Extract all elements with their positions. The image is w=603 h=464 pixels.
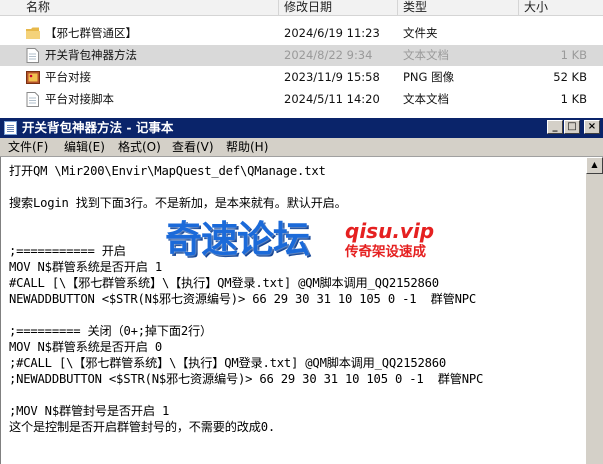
file-list: 名称 修改日期 类型 大小 【邪七群管通区】 2024/6/19 11:23 文… — [0, 0, 603, 112]
text-line: NEWADDBUTTON <$STR(N$邪七资源编号)> 66 29 30 3… — [9, 292, 477, 306]
file-size: 52 KB — [553, 70, 587, 84]
file-size: 1 KB — [560, 48, 587, 62]
menu-edit[interactable]: 编辑(E) — [64, 138, 105, 156]
text-file-icon — [26, 92, 39, 107]
image-file-icon — [26, 71, 40, 84]
text-line: 这个是控制是否开启群管封号的，不需要的改成0. — [9, 420, 276, 434]
column-header-name[interactable]: 名称 — [26, 0, 50, 14]
text-editor[interactable]: 打开QM \Mir200\Envir\MapQuest_def\QManage.… — [0, 157, 586, 464]
menu-file[interactable]: 文件(F) — [8, 138, 48, 156]
text-line: 打开QM \Mir200\Envir\MapQuest_def\QManage.… — [9, 164, 326, 178]
close-button[interactable]: × — [584, 120, 600, 134]
file-modified: 2024/8/22 9:34 — [284, 48, 373, 62]
text-line: 搜索Login 找到下面3行。不是新加，是本来就有。默认开启。 — [9, 196, 347, 210]
file-type: 文本文档 — [403, 92, 449, 106]
menu-format[interactable]: 格式(O) — [118, 138, 161, 156]
scroll-up-arrow-icon[interactable]: ▲ — [586, 157, 603, 174]
file-size: 1 KB — [560, 92, 587, 106]
file-name: 开关背包神器方法 — [45, 48, 137, 62]
minimize-button[interactable]: _ — [547, 120, 563, 134]
window-title: 开关背包神器方法 - 记事本 — [22, 120, 174, 135]
file-type: 文件夹 — [403, 26, 438, 40]
file-type: PNG 图像 — [403, 70, 455, 84]
file-modified: 2024/6/19 11:23 — [284, 26, 380, 40]
column-header-bar: 名称 修改日期 类型 大小 — [0, 0, 603, 16]
vertical-scrollbar[interactable]: ▲ — [586, 157, 603, 464]
text-file-icon — [26, 48, 39, 63]
file-row[interactable]: 【邪七群管通区】 2024/6/19 11:23 文件夹 — [0, 23, 603, 44]
file-name: 【邪七群管通区】 — [45, 26, 137, 40]
title-bar[interactable]: 开关背包神器方法 - 记事本 _ □ × — [0, 118, 603, 138]
menu-bar: 文件(F) 编辑(E) 格式(O) 查看(V) 帮助(H) — [0, 138, 603, 157]
file-modified: 2023/11/9 15:58 — [284, 70, 380, 84]
menu-view[interactable]: 查看(V) — [172, 138, 214, 156]
column-header-size[interactable]: 大小 — [524, 0, 548, 14]
file-row[interactable]: 平台对接 2023/11/9 15:58 PNG 图像 52 KB — [0, 67, 603, 88]
file-row-selected[interactable]: 开关背包神器方法 2024/8/22 9:34 文本文档 1 KB — [0, 45, 603, 66]
notepad-icon[interactable] — [4, 121, 17, 135]
notepad-window: 开关背包神器方法 - 记事本 _ □ × 文件(F) 编辑(E) 格式(O) 查… — [0, 118, 603, 464]
file-row[interactable]: 平台对接脚本 2024/5/11 14:20 文本文档 1 KB — [0, 89, 603, 110]
file-type: 文本文档 — [403, 48, 449, 62]
column-header-modified[interactable]: 修改日期 — [284, 0, 332, 14]
maximize-button[interactable]: □ — [564, 120, 580, 134]
column-header-type[interactable]: 类型 — [403, 0, 427, 14]
menu-help[interactable]: 帮助(H) — [226, 138, 268, 156]
file-name: 平台对接脚本 — [45, 92, 114, 106]
file-name: 平台对接 — [45, 70, 91, 84]
text-line: ;NEWADDBUTTON <$STR(N$邪七资源编号)> 66 29 30 … — [9, 372, 484, 386]
file-modified: 2024/5/11 14:20 — [284, 92, 380, 106]
folder-icon — [26, 27, 40, 39]
